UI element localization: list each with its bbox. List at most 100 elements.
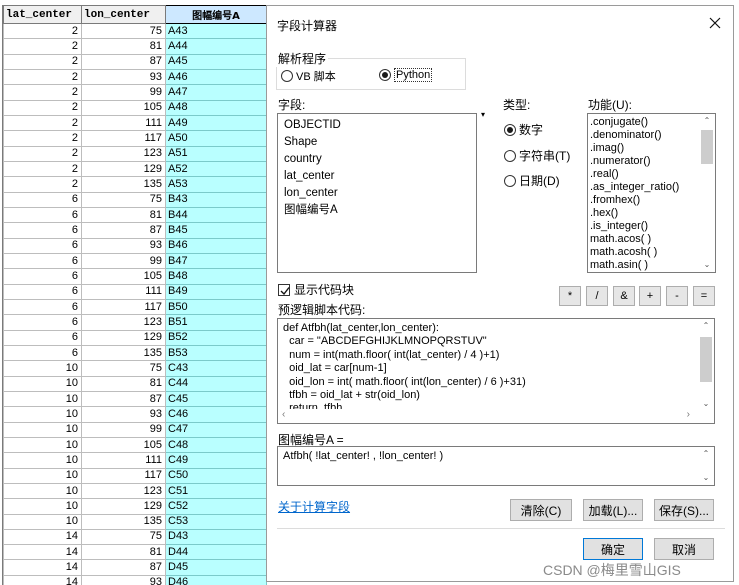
cell-lon-center[interactable]: 99 xyxy=(81,421,166,438)
cell-lat-center[interactable]: 6 xyxy=(3,222,82,239)
cell-lon-center[interactable]: 75 xyxy=(81,22,166,40)
cell-lon-center[interactable]: 93 xyxy=(81,237,166,254)
cell-lon-center[interactable]: 135 xyxy=(81,513,166,530)
table-row[interactable]: 2 129 A52 xyxy=(3,160,267,178)
cell-lat-center[interactable]: 10 xyxy=(3,452,82,469)
expression-textarea[interactable]: Atfbh( !lat_center! , !lon_center! ) ⌃ ⌄ xyxy=(277,446,715,486)
cell-lat-center[interactable]: 6 xyxy=(3,329,82,346)
cell-lat-center[interactable]: 6 xyxy=(3,191,82,208)
cell-lat-center[interactable]: 6 xyxy=(3,252,82,270)
table-row[interactable]: 6 75 B43 xyxy=(3,191,267,208)
cell-lat-center[interactable]: 6 xyxy=(3,344,82,362)
cell-lat-center[interactable]: 2 xyxy=(3,22,82,40)
table-row[interactable]: 6 105 B48 xyxy=(3,268,267,285)
cell-map-sheet[interactable]: D45 xyxy=(165,559,267,576)
function-list-item[interactable]: math.acosh( ) xyxy=(588,246,700,259)
table-row[interactable]: 6 123 B51 xyxy=(3,314,267,331)
cell-lon-center[interactable]: 111 xyxy=(81,114,166,132)
cell-lat-center[interactable]: 2 xyxy=(3,114,82,132)
clear-button[interactable]: 清除(C) xyxy=(510,499,572,521)
cell-map-sheet[interactable]: C52 xyxy=(165,498,267,515)
cell-lat-center[interactable]: 6 xyxy=(3,298,82,316)
cell-map-sheet[interactable]: B46 xyxy=(165,237,267,254)
cell-map-sheet[interactable]: A52 xyxy=(165,160,267,178)
operator-multiply-button[interactable]: * xyxy=(559,286,581,306)
cell-lon-center[interactable]: 99 xyxy=(81,252,166,270)
cell-lat-center[interactable]: 10 xyxy=(3,406,82,423)
column-header-lon-center[interactable]: lon_center xyxy=(81,5,166,24)
column-header-map-sheet[interactable]: 图幅编号A xyxy=(165,5,267,24)
cell-lon-center[interactable]: 87 xyxy=(81,559,166,576)
fields-dropdown-icon[interactable]: ▾ xyxy=(481,110,485,119)
cell-map-sheet[interactable]: A51 xyxy=(165,145,267,162)
cell-map-sheet[interactable]: A44 xyxy=(165,38,267,55)
table-row[interactable]: 14 81 D44 xyxy=(3,544,267,561)
table-row[interactable]: 6 81 B44 xyxy=(3,206,267,224)
cell-lat-center[interactable]: 6 xyxy=(3,237,82,254)
function-list-item[interactable]: math.acos( ) xyxy=(588,233,700,246)
table-row[interactable]: 10 93 C46 xyxy=(3,406,267,423)
cell-map-sheet[interactable]: C43 xyxy=(165,360,267,377)
cancel-button[interactable]: 取消 xyxy=(654,538,714,560)
cell-lon-center[interactable]: 117 xyxy=(81,130,166,147)
table-row[interactable]: 10 105 C48 xyxy=(3,436,267,454)
functions-listbox[interactable]: .conjugate() .denominator() .imag() .numera… xyxy=(587,113,716,273)
table-row[interactable]: 6 129 B52 xyxy=(3,329,267,346)
cell-lat-center[interactable]: 2 xyxy=(3,53,82,70)
cell-lon-center[interactable]: 111 xyxy=(81,283,166,300)
cell-map-sheet[interactable]: D43 xyxy=(165,528,267,546)
type-string-radio[interactable]: 字符串(T) xyxy=(504,147,570,164)
field-list-item[interactable]: Shape xyxy=(278,134,476,151)
table-row[interactable]: 6 99 B47 xyxy=(3,252,267,270)
codeblock-scrollbar[interactable]: ⌃ ⌄ xyxy=(698,319,714,411)
function-list-item[interactable]: .as_integer_ratio() xyxy=(588,181,700,194)
cell-lon-center[interactable]: 99 xyxy=(81,84,166,101)
cell-lon-center[interactable]: 93 xyxy=(81,68,166,86)
cell-lat-center[interactable]: 14 xyxy=(3,544,82,561)
cell-lon-center[interactable]: 87 xyxy=(81,390,166,408)
save-button[interactable]: 保存(S)... xyxy=(654,499,714,521)
scroll-right-icon[interactable]: › xyxy=(687,409,690,420)
operator-plus-button[interactable]: + xyxy=(639,286,661,306)
operator-ampersand-button[interactable]: & xyxy=(613,286,635,306)
cell-lat-center[interactable]: 10 xyxy=(3,390,82,408)
table-row[interactable]: 2 135 A53 xyxy=(3,176,267,193)
cell-lon-center[interactable]: 93 xyxy=(81,574,166,585)
field-list-item[interactable]: lat_center xyxy=(278,168,476,185)
function-list-item[interactable]: .is_integer() xyxy=(588,220,700,233)
function-list-item[interactable]: .fromhex() xyxy=(588,194,700,207)
cell-lon-center[interactable]: 129 xyxy=(81,498,166,515)
cell-lat-center[interactable]: 10 xyxy=(3,360,82,377)
table-row[interactable]: 14 87 D45 xyxy=(3,559,267,576)
scroll-left-icon[interactable]: ‹ xyxy=(282,409,285,420)
cell-lon-center[interactable]: 87 xyxy=(81,222,166,239)
ok-button[interactable]: 确定 xyxy=(583,538,643,560)
cell-lon-center[interactable]: 75 xyxy=(81,360,166,377)
cell-lon-center[interactable]: 123 xyxy=(81,482,166,500)
type-number-radio[interactable]: 数字 xyxy=(504,121,543,138)
cell-lon-center[interactable]: 135 xyxy=(81,344,166,362)
cell-lon-center[interactable]: 135 xyxy=(81,176,166,193)
cell-map-sheet[interactable]: B47 xyxy=(165,252,267,270)
cell-lon-center[interactable]: 129 xyxy=(81,160,166,178)
function-list-item[interactable]: .denominator() xyxy=(588,129,700,142)
cell-lon-center[interactable]: 75 xyxy=(81,528,166,546)
cell-lon-center[interactable]: 111 xyxy=(81,452,166,469)
cell-lon-center[interactable]: 123 xyxy=(81,145,166,162)
cell-lat-center[interactable]: 10 xyxy=(3,375,82,392)
table-row[interactable]: 10 129 C52 xyxy=(3,498,267,515)
cell-lon-center[interactable]: 81 xyxy=(81,544,166,561)
codeblock-textarea[interactable]: def Atfbh(lat_center,lon_center): car = … xyxy=(277,318,715,424)
table-row[interactable]: 2 81 A44 xyxy=(3,38,267,55)
operator-divide-button[interactable]: / xyxy=(586,286,608,306)
table-row[interactable]: 10 111 C49 xyxy=(3,452,267,469)
cell-lon-center[interactable]: 105 xyxy=(81,268,166,285)
cell-lon-center[interactable]: 81 xyxy=(81,375,166,392)
cell-lat-center[interactable]: 10 xyxy=(3,513,82,530)
cell-map-sheet[interactable]: B53 xyxy=(165,344,267,362)
table-row[interactable]: 6 117 B50 xyxy=(3,298,267,316)
field-list-item[interactable]: OBJECTID xyxy=(278,117,476,134)
cell-lon-center[interactable]: 117 xyxy=(81,467,166,484)
table-row[interactable]: 10 75 C43 xyxy=(3,360,267,377)
show-codeblock-checkbox[interactable]: 显示代码块 xyxy=(278,281,354,298)
